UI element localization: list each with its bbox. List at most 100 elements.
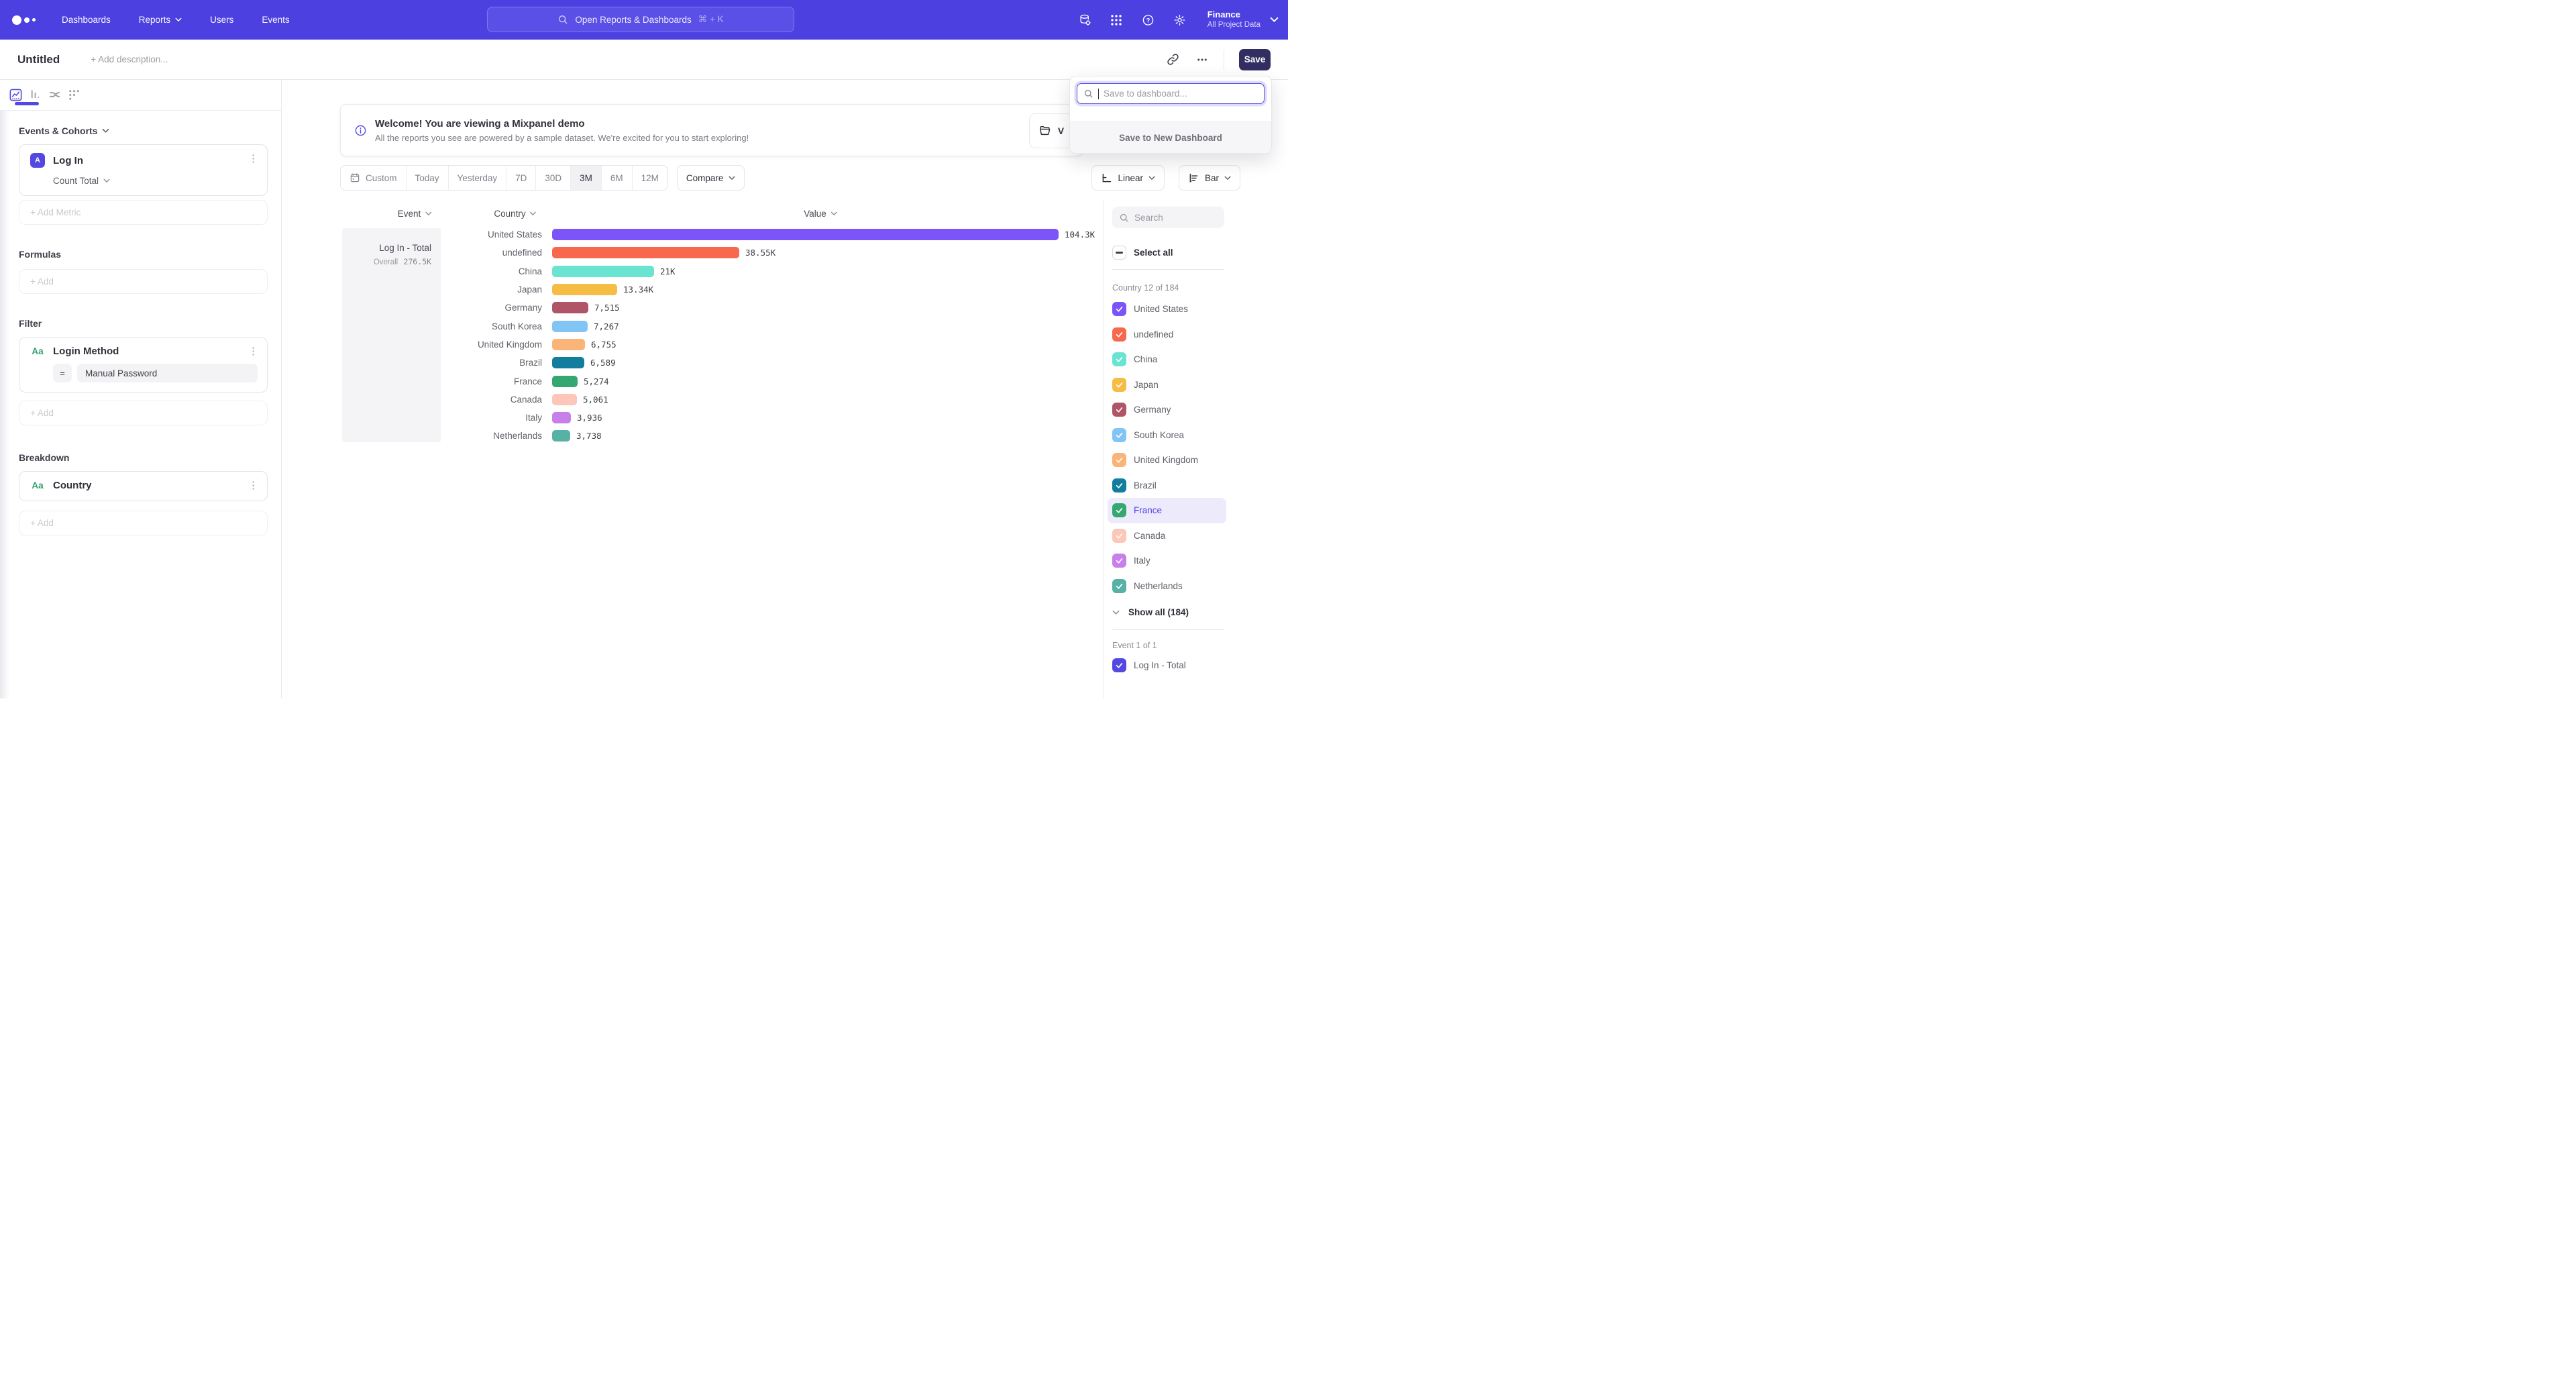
country-filter-row[interactable]: United States — [1108, 297, 1226, 322]
date-range-today[interactable]: Today — [407, 166, 449, 190]
chart-bar[interactable] — [552, 284, 617, 295]
country-filter-row[interactable]: Brazil — [1108, 473, 1226, 499]
chevron-down-icon — [530, 211, 537, 216]
filter-operator[interactable]: = — [53, 364, 72, 382]
country-filter-row[interactable]: Germany — [1108, 397, 1226, 423]
nav-item-users[interactable]: Users — [210, 15, 233, 25]
filter-value-field[interactable]: Manual Password — [77, 364, 258, 382]
select-all-row[interactable]: Select all — [1112, 246, 1272, 260]
select-all-checkbox[interactable] — [1112, 246, 1126, 260]
event-filter-row[interactable]: Log In - Total — [1112, 658, 1272, 672]
nav-item-events[interactable]: Events — [262, 15, 289, 25]
chart-bar[interactable] — [552, 321, 588, 332]
column-header-value[interactable]: Value — [804, 209, 837, 219]
date-range-30d[interactable]: 30D — [536, 166, 571, 190]
show-all-button[interactable]: Show all (184) — [1112, 607, 1272, 617]
country-checkbox[interactable] — [1112, 529, 1126, 543]
nav-item-reports[interactable]: Reports — [139, 15, 182, 25]
country-filter-row[interactable]: South Korea — [1108, 423, 1226, 448]
help-icon[interactable]: ? — [1142, 13, 1155, 26]
chart-bar[interactable] — [552, 357, 584, 368]
more-options-icon[interactable] — [1195, 53, 1209, 66]
date-range-yesterday[interactable]: Yesterday — [449, 166, 507, 190]
metric-card-log-in[interactable]: A Log In ⋮ Count Total — [19, 144, 268, 196]
event-checkbox[interactable] — [1112, 658, 1126, 672]
tab-bar-chart[interactable] — [28, 87, 42, 103]
country-checkbox[interactable] — [1112, 453, 1126, 467]
tab-flows[interactable] — [47, 87, 62, 103]
chart-bar[interactable] — [552, 412, 571, 423]
chart-bar[interactable] — [552, 266, 654, 277]
checkmark-icon — [1115, 661, 1124, 670]
nav-item-dashboards[interactable]: Dashboards — [62, 15, 111, 25]
tab-insights-chart[interactable] — [8, 87, 23, 103]
apps-grid-icon[interactable] — [1110, 13, 1123, 26]
chart-bar[interactable] — [552, 247, 739, 258]
chart-bar[interactable] — [552, 302, 588, 313]
global-search-button[interactable]: Open Reports & Dashboards ⌘ + K — [487, 7, 794, 32]
demo-welcome-banner: Welcome! You are viewing a Mixpanel demo… — [340, 104, 1083, 156]
project-switcher[interactable]: Finance All Project Data — [1208, 9, 1279, 30]
filter-card-login-method[interactable]: Aa Login Method ⋮ = Manual Password — [19, 337, 268, 393]
bar-value-label: 5,274 — [584, 376, 609, 386]
add-metric-button[interactable]: + Add Metric — [19, 200, 268, 225]
add-formula-button[interactable]: + Add — [19, 269, 268, 294]
save-to-new-dashboard-button[interactable]: Save to New Dashboard — [1070, 121, 1271, 153]
date-range-6m[interactable]: 6M — [602, 166, 633, 190]
event-series-badge: A — [30, 153, 45, 168]
country-filter-row[interactable]: China — [1108, 347, 1226, 372]
date-range-7d[interactable]: 7D — [506, 166, 536, 190]
mixpanel-logo-icon[interactable] — [12, 15, 43, 25]
report-title[interactable]: Untitled — [17, 53, 60, 66]
chart-type-dropdown[interactable]: Bar — [1179, 165, 1240, 191]
settings-gear-icon[interactable] — [1173, 13, 1186, 26]
date-range-12m[interactable]: 12M — [633, 166, 667, 190]
country-filter-row[interactable]: Italy — [1108, 548, 1226, 574]
country-filter-row[interactable]: Canada — [1108, 523, 1226, 549]
breakdown-card-country[interactable]: Aa Country ⋮ — [19, 471, 268, 501]
date-range-custom[interactable]: Custom — [341, 166, 407, 190]
country-filter-row[interactable]: undefined — [1108, 322, 1226, 348]
kebab-menu-icon[interactable]: ⋮ — [248, 346, 258, 356]
country-checkbox[interactable] — [1112, 579, 1126, 593]
column-header-country[interactable]: Country — [494, 209, 536, 219]
country-checkbox[interactable] — [1112, 554, 1126, 568]
view-sample-dataset-button[interactable]: V — [1029, 113, 1073, 148]
compare-button[interactable]: Compare — [677, 165, 745, 191]
country-checkbox[interactable] — [1112, 302, 1126, 316]
add-description-field[interactable]: + Add description... — [91, 54, 168, 64]
tab-retention[interactable] — [66, 87, 81, 103]
kebab-menu-icon[interactable]: ⋮ — [248, 154, 258, 164]
save-button[interactable]: Save — [1239, 49, 1271, 70]
kebab-menu-icon[interactable]: ⋮ — [248, 480, 258, 490]
country-filter-row[interactable]: Japan — [1108, 372, 1226, 398]
date-range-3m[interactable]: 3M — [571, 166, 602, 190]
chart-bar[interactable] — [552, 394, 577, 405]
add-breakdown-button[interactable]: + Add — [19, 511, 268, 535]
column-header-event[interactable]: Event — [398, 209, 432, 219]
chart-bar[interactable] — [552, 376, 578, 387]
country-checkbox[interactable] — [1112, 403, 1126, 417]
country-checkbox[interactable] — [1112, 352, 1126, 366]
country-filter-row[interactable]: France — [1108, 498, 1226, 523]
country-checkbox[interactable] — [1112, 428, 1126, 442]
chart-bar[interactable] — [552, 229, 1059, 240]
save-dashboard-search-input[interactable]: Save to dashboard... — [1077, 83, 1265, 104]
chart-bar[interactable] — [552, 339, 585, 350]
country-filter-row[interactable]: Netherlands — [1108, 574, 1226, 599]
panel-search-input[interactable]: Search — [1112, 207, 1224, 228]
country-filter-row[interactable]: United Kingdom — [1108, 448, 1226, 473]
aggregation-selector[interactable]: Count Total — [53, 176, 258, 186]
data-connections-icon[interactable] — [1079, 13, 1091, 26]
add-filter-button[interactable]: + Add — [19, 401, 268, 425]
country-label: United States — [282, 229, 542, 240]
country-checkbox[interactable] — [1112, 327, 1126, 342]
events-cohorts-header[interactable]: Events & Cohorts — [19, 125, 268, 136]
country-checkbox[interactable] — [1112, 378, 1126, 392]
country-checkbox[interactable] — [1112, 478, 1126, 493]
chart-bar[interactable] — [552, 430, 570, 442]
chart-scale-dropdown[interactable]: Linear — [1091, 165, 1165, 191]
chart-row: Netherlands3,738 — [282, 427, 1104, 445]
country-checkbox[interactable] — [1112, 503, 1126, 517]
copy-link-icon[interactable] — [1166, 53, 1179, 66]
